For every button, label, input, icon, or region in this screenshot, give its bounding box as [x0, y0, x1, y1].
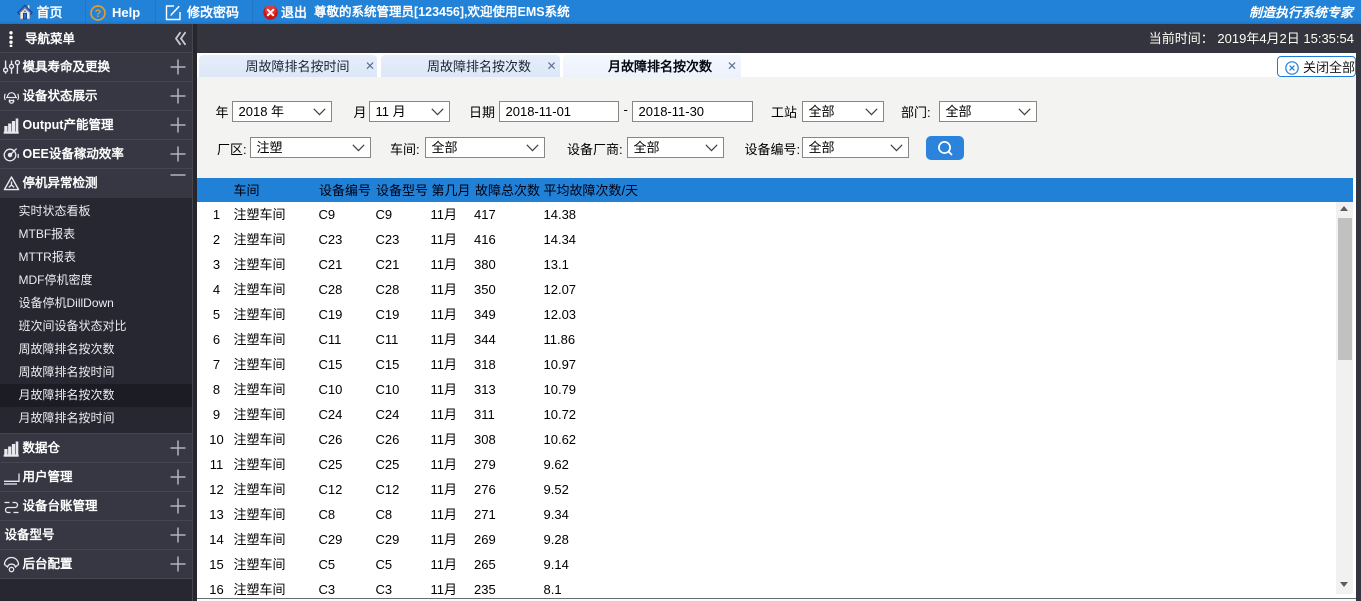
svg-text:?: ?	[95, 7, 102, 19]
